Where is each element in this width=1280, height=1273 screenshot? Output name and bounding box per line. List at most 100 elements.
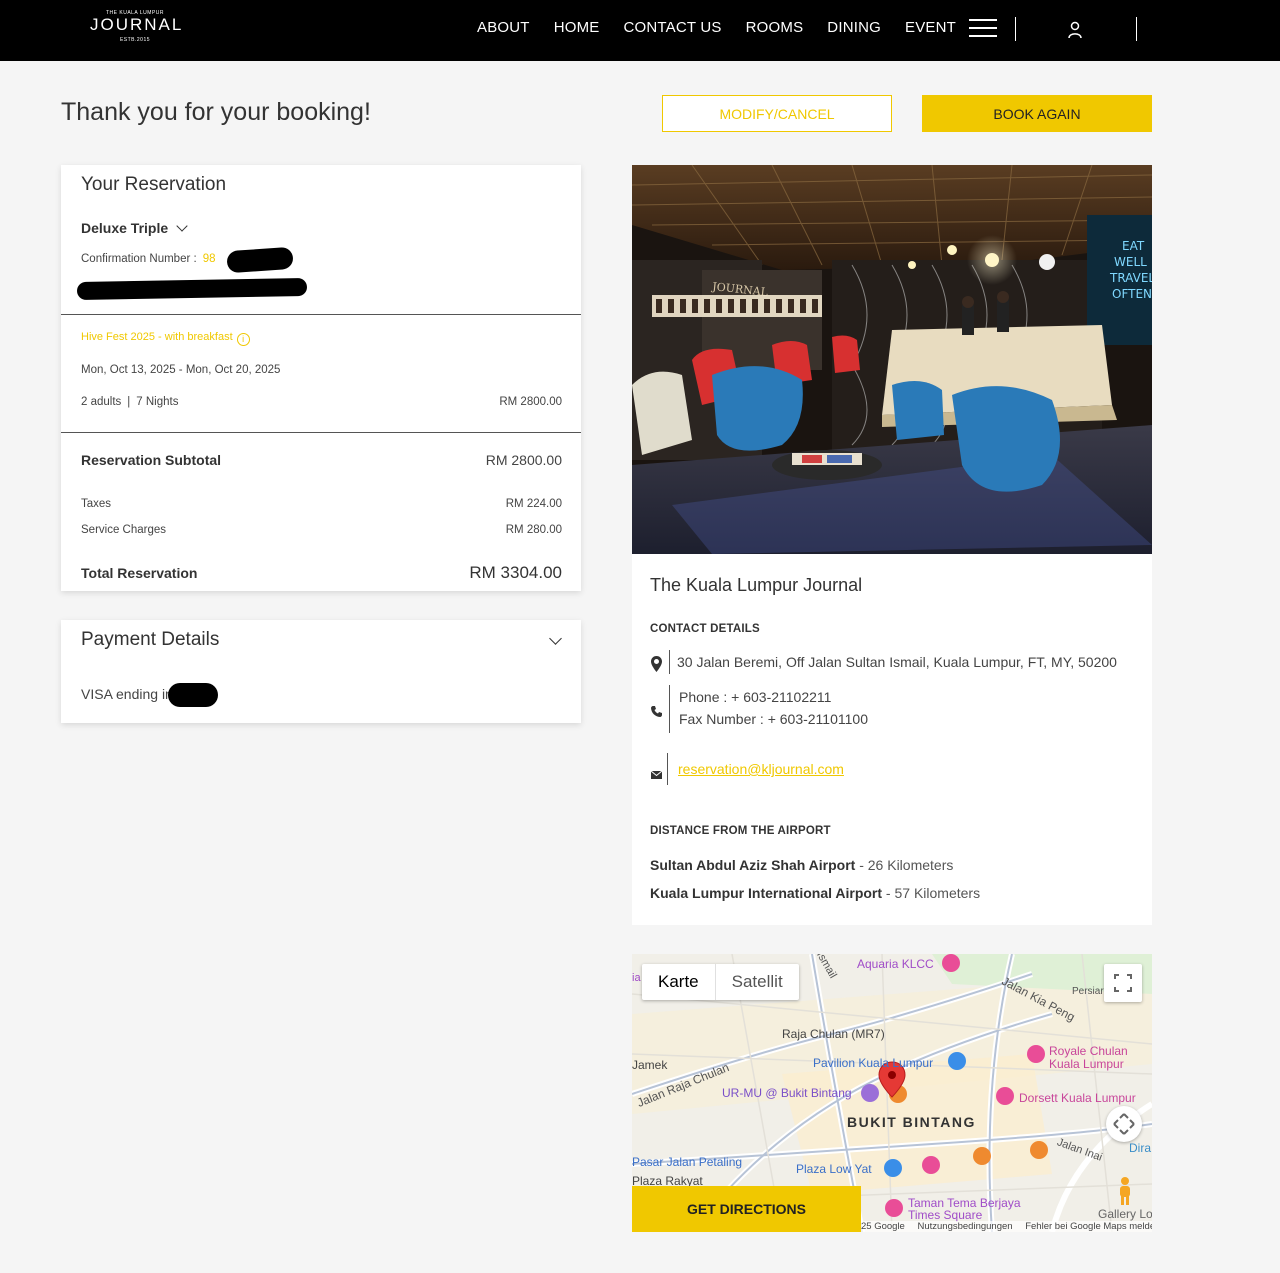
chevron-down-icon[interactable] [549, 632, 562, 645]
nav-event[interactable]: EVENT [905, 19, 956, 36]
svg-text:EAT: EAT [1122, 239, 1145, 253]
map-label: Pasar Jalan Petaling [632, 1155, 743, 1169]
reservation-heading: Your Reservation [81, 174, 227, 195]
svg-text:WELL: WELL [1114, 255, 1147, 269]
email-icon [650, 766, 663, 784]
map-terms-link[interactable]: Nutzungsbedingungen [917, 1221, 1012, 1232]
site-header: THE KUALA LUMPUR JOURNAL ESTB.2015 ABOUT… [0, 0, 1280, 61]
map-label: Kuala Lumpur [1049, 1057, 1124, 1071]
nav-contact-us[interactable]: CONTACT US [624, 19, 722, 36]
nights-count: 7 Nights [136, 396, 179, 408]
map-label: Persiar [1072, 986, 1104, 997]
payment-card: Payment Details VISA ending in [61, 620, 581, 723]
airport-km: - 57 Kilometers [882, 885, 981, 901]
logo-main-text: JOURNAL [90, 15, 184, 34]
hotel-phone[interactable]: Phone : + 603-21102211 [679, 689, 831, 705]
hotel-card: JOURNAL EATWELLTRAVELOFTEN DREAMBIGGERME… [632, 165, 1152, 925]
room-type-toggle[interactable]: Deluxe Triple [81, 220, 188, 236]
redaction-mark [76, 277, 308, 301]
street-view-pegman-icon[interactable] [1116, 1176, 1134, 1211]
section-divider [61, 314, 581, 315]
hotel-name: The Kuala Lumpur Journal [650, 575, 863, 595]
nav-dining[interactable]: DINING [827, 19, 881, 36]
nav-rooms[interactable]: ROOMS [746, 19, 804, 36]
subtotal-value: RM 2800.00 [485, 452, 562, 468]
redaction-mark [168, 683, 218, 707]
card-info: VISA ending in [81, 686, 173, 702]
hotel-email-link[interactable]: reservation@kljournal.com [678, 761, 844, 777]
get-directions-button[interactable]: GET DIRECTIONS [632, 1186, 861, 1232]
airport-distance: Kuala Lumpur International Airport - 57 … [650, 885, 980, 901]
service-charges-label: Service Charges [81, 524, 167, 536]
svg-text:TRAVEL: TRAVEL [1109, 271, 1152, 285]
svg-text:OFTEN: OFTEN [1112, 287, 1152, 301]
taxes-value: RM 224.00 [505, 498, 562, 510]
map-label: UR-MU @ Bukit Bintang [722, 1086, 852, 1100]
map-footer: 25 Google Nutzungsbedingungen Fehler bei… [861, 1221, 1152, 1232]
airport-distance: Sultan Abdul Aziz Shah Airport - 26 Kilo… [650, 857, 953, 873]
confirmation-label: Confirmation Number : [81, 253, 197, 265]
section-divider [61, 432, 581, 433]
contact-heading: CONTACT DETAILS [650, 623, 760, 635]
hotel-fax: Fax Number : + 603-21101100 [679, 711, 868, 727]
service-charges-value: RM 280.00 [505, 524, 562, 536]
book-again-button[interactable]: BOOK AGAIN [922, 95, 1152, 132]
map-label: ia [632, 972, 641, 984]
confirmation-number: Confirmation Number : 98 [81, 253, 215, 265]
airport-name: Kuala Lumpur International Airport [650, 885, 883, 901]
nav-about[interactable]: ABOUT [477, 19, 530, 36]
map-report-link[interactable]: Fehler bei Google Maps melden [1025, 1221, 1152, 1232]
info-icon[interactable]: i [236, 333, 250, 346]
map-label: Times Square [908, 1208, 983, 1222]
fullscreen-icon[interactable] [1104, 964, 1142, 1002]
room-price: RM 2800.00 [499, 396, 562, 408]
payment-heading: Payment Details [81, 629, 220, 650]
main-nav: ABOUT HOME CONTACT US ROOMS DINING EVENT [477, 19, 980, 36]
taxes-label: Taxes [81, 498, 112, 510]
site-logo[interactable]: THE KUALA LUMPUR JOURNAL ESTB.2015 [90, 10, 184, 50]
location-map[interactable]: Aquaria KLCC Ismail ia Jalan Kia Peng Pe… [632, 954, 1152, 1232]
confirmation-value: 98 [202, 253, 216, 265]
stay-dates: Mon, Oct 13, 2025 - Mon, Oct 20, 2025 [81, 364, 281, 376]
location-pin-icon [651, 656, 662, 677]
total-label: Total Reservation [81, 565, 198, 581]
map-label: Plaza Low Yat [796, 1162, 872, 1176]
map-label: Pavilion Kuala Lumpur [813, 1056, 934, 1070]
guests-separator: | [127, 396, 131, 408]
map-tab-karte[interactable]: Karte [642, 964, 716, 1000]
contact-divider [669, 685, 670, 733]
map-label: Dorsett Kuala Lumpur [1019, 1091, 1136, 1105]
map-pan-control-icon[interactable] [1106, 1106, 1142, 1142]
map-label: Jamek [632, 1058, 668, 1072]
hotel-address: 30 Jalan Beremi, Off Jalan Sultan Ismail… [677, 654, 1117, 670]
airport-km: - 26 Kilometers [855, 857, 954, 873]
map-copyright: 25 Google [861, 1221, 905, 1232]
map-label: Raja Chulan (MR7) [782, 1027, 885, 1041]
subtotal-label: Reservation Subtotal [81, 452, 222, 468]
nav-home[interactable]: HOME [554, 19, 600, 36]
chevron-down-icon [176, 220, 188, 232]
map-label: Dira [1129, 1141, 1152, 1155]
map-type-tabs: Karte Satellit [642, 964, 799, 1000]
map-label: Aquaria KLCC [857, 957, 934, 971]
adults-count: 2 adults [81, 396, 122, 408]
rate-plan[interactable]: Hive Fest 2025 - with breakfast i [81, 331, 250, 346]
contact-divider [669, 650, 670, 674]
reservation-card: Your Reservation Deluxe Triple Confirmat… [61, 165, 581, 591]
room-type-label: Deluxe Triple [81, 220, 169, 236]
map-label: BUKIT BINTANG [847, 1114, 976, 1130]
logo-bottom-text: ESTB.2015 [119, 37, 151, 43]
map-tab-satellit[interactable]: Satellit [716, 964, 799, 1000]
header-divider [1136, 17, 1137, 41]
map-label: Royale Chulan [1049, 1044, 1128, 1058]
modify-cancel-button[interactable]: MODIFY/CANCEL [662, 95, 892, 132]
phone-icon [651, 704, 662, 722]
distance-heading: DISTANCE FROM THE AIRPORT [650, 825, 831, 837]
user-account-icon[interactable] [1067, 21, 1083, 44]
hotel-lobby-image: JOURNAL EATWELLTRAVELOFTEN DREAMBIGGERME… [632, 165, 1152, 554]
page-title: Thank you for your booking! [61, 98, 371, 126]
hamburger-menu-icon[interactable] [969, 19, 997, 39]
redaction-mark [226, 246, 294, 274]
guest-nights: 2 adults | 7 Nights [81, 396, 178, 408]
total-value: RM 3304.00 [469, 563, 562, 582]
